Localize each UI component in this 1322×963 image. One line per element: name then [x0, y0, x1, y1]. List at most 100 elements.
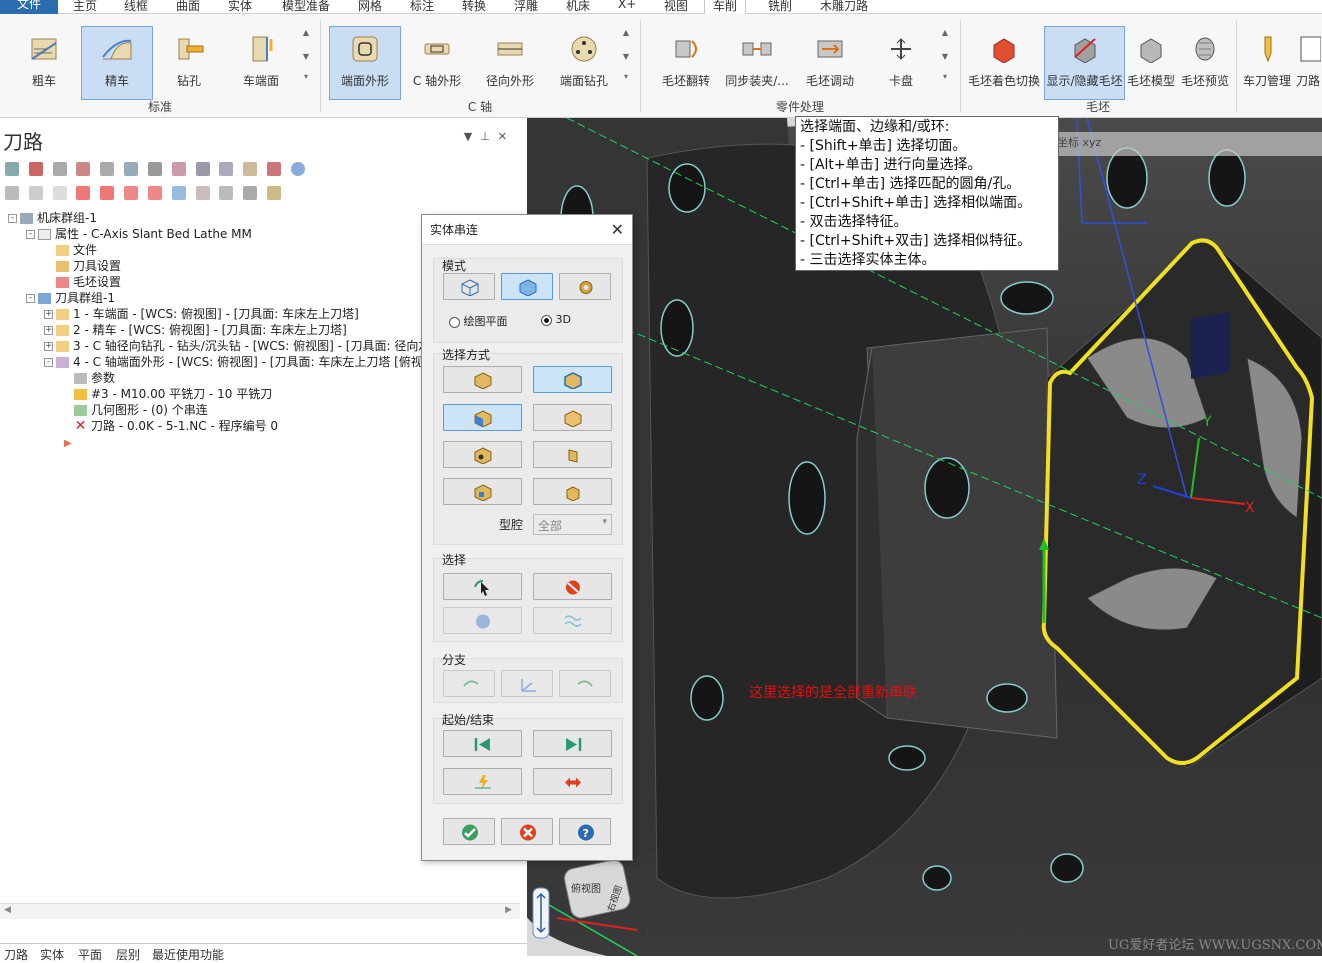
highfeed-icon[interactable]	[267, 162, 282, 176]
menu-view[interactable]: 视图	[664, 0, 688, 14]
reverse-button[interactable]	[533, 768, 612, 795]
scroll-right-icon[interactable]: ▶	[505, 905, 512, 915]
ok-button[interactable]	[443, 818, 495, 845]
expand-icon[interactable]: +	[44, 342, 53, 351]
cube-top-face[interactable]: 俯视图	[571, 882, 601, 895]
menu-surface[interactable]: 曲面	[176, 0, 200, 14]
backplot-icon[interactable]	[147, 162, 162, 176]
ribbon-scroll-down-c[interactable]: ▼	[621, 50, 631, 64]
menu-wireframe[interactable]: 线框	[124, 0, 148, 14]
settings-icon[interactable]	[267, 186, 282, 200]
plane-radio[interactable]: 绘图平面	[449, 313, 508, 329]
simulate-icon[interactable]	[195, 162, 210, 176]
lathe-tool-manager-button[interactable]: 车刀管理	[1240, 26, 1294, 100]
select-tool-icon[interactable]	[52, 162, 67, 176]
radial-contour-button[interactable]: 径向外形	[474, 26, 546, 100]
add-selection-button[interactable]	[443, 607, 522, 634]
gcode-icon[interactable]	[219, 162, 234, 176]
branch-back-button[interactable]	[443, 670, 495, 697]
post-icon[interactable]	[243, 162, 258, 176]
select-pocket-button[interactable]	[443, 478, 522, 505]
menu-transform[interactable]: 转换	[462, 0, 486, 14]
cancel-button[interactable]	[501, 818, 553, 845]
menu-turning[interactable]: 车削	[704, 0, 747, 14]
cavity-select[interactable]: 全部 ▾	[533, 514, 612, 535]
menu-file[interactable]: 文件	[0, 0, 58, 14]
menu-relief[interactable]: 浮雕	[514, 0, 538, 14]
ribbon-expand-p[interactable]: ▾	[940, 70, 950, 84]
scroll-arrow-icon[interactable]	[147, 186, 162, 200]
move-to-end-button[interactable]	[533, 730, 612, 757]
face-contour-button[interactable]: 端面外形	[329, 26, 401, 100]
menu-home[interactable]: 主页	[73, 0, 97, 14]
finish-turn-button[interactable]: 精车	[81, 26, 153, 100]
menu-annotate[interactable]: 标注	[410, 0, 434, 14]
stock-preview-button[interactable]: 毛坯预览	[1178, 26, 1232, 100]
help-button[interactable]: ?	[559, 818, 611, 845]
collapse-icon[interactable]: -	[26, 230, 35, 239]
tab-planes[interactable]: 平面	[78, 946, 102, 963]
ghost-icon[interactable]	[52, 186, 67, 200]
verify-icon[interactable]	[171, 162, 186, 176]
batch-icon[interactable]	[243, 186, 258, 200]
stock-transfer-button[interactable]: 毛坯调动	[796, 26, 864, 100]
wave-select-button[interactable]	[533, 607, 612, 634]
options-icon[interactable]	[219, 186, 234, 200]
group-icon[interactable]	[195, 186, 210, 200]
panel-menu-icon[interactable]: ▼	[464, 130, 480, 143]
tree-hscroll[interactable]: ◀ ▶	[0, 903, 520, 919]
face-turn-button[interactable]: 车端面	[226, 26, 296, 100]
help-icon[interactable]	[290, 162, 305, 176]
select-step-button[interactable]	[533, 478, 612, 505]
stock-flip-button[interactable]: 毛坯翻转	[652, 26, 720, 100]
pin-icon[interactable]: ⊥	[480, 130, 498, 143]
deselect-icon[interactable]	[28, 162, 43, 176]
c-axis-contour-button[interactable]: C 轴外形	[404, 26, 470, 100]
tab-recent[interactable]: 最近使用功能	[152, 946, 224, 963]
ribbon-scroll-up-p[interactable]: ▲	[940, 26, 950, 40]
collapse-icon[interactable]: -	[44, 358, 53, 367]
chuck-button[interactable]: 卡盘	[868, 26, 934, 100]
select-feature-button[interactable]	[533, 441, 612, 468]
dynamic-start-button[interactable]	[443, 768, 522, 795]
menu-woodcarve[interactable]: 木雕刀路	[820, 0, 868, 14]
select-failed-icon[interactable]	[76, 162, 91, 176]
menu-solid[interactable]: 实体	[228, 0, 252, 14]
toolpath-button[interactable]: 刀路	[1294, 26, 1322, 100]
ribbon-scroll-up-c[interactable]: ▲	[621, 26, 631, 40]
tab-toolpaths[interactable]: 刀路	[4, 946, 28, 963]
rough-turn-button[interactable]: 粗车	[10, 26, 78, 100]
select-hole-button[interactable]	[443, 441, 522, 468]
chain-options-button[interactable]	[559, 273, 611, 300]
ribbon-expand-c[interactable]: ▾	[621, 70, 631, 84]
last-selection-button[interactable]	[443, 573, 522, 600]
collapse-icon[interactable]: -	[8, 214, 17, 223]
branch-forward-button[interactable]	[559, 670, 611, 697]
menu-milling[interactable]: 铣削	[768, 0, 792, 14]
ribbon-expand[interactable]: ▾	[301, 70, 311, 84]
menu-model-prep[interactable]: 模型准备	[282, 0, 330, 14]
toggle-stock-button[interactable]: 显示/隐藏毛坯	[1044, 26, 1125, 100]
dialog-close-icon[interactable]: ✕	[611, 215, 624, 245]
select-all-icon[interactable]	[5, 162, 19, 176]
expand-icon[interactable]: +	[44, 326, 53, 335]
move-down-icon[interactable]	[76, 186, 91, 200]
expand-icon[interactable]: +	[44, 310, 53, 319]
select-cursor-icon[interactable]	[171, 186, 186, 200]
menu-mesh[interactable]: 网格	[358, 0, 382, 14]
select-edge-button[interactable]	[443, 366, 522, 393]
lock-icon[interactable]	[5, 186, 19, 200]
move-up-icon[interactable]	[100, 186, 115, 200]
face-drill-button[interactable]: 端面钻孔	[550, 26, 618, 100]
3d-radio[interactable]: 3D	[541, 313, 571, 326]
close-icon[interactable]: ✕	[498, 130, 515, 143]
select-loop-button[interactable]	[533, 366, 612, 393]
tab-solids[interactable]: 实体	[40, 946, 64, 963]
solid-mode-button[interactable]	[501, 273, 553, 300]
tab-levels[interactable]: 层别	[116, 946, 140, 963]
stock-model-button[interactable]: 毛坯模型	[1126, 26, 1176, 100]
insert-arrow-icon[interactable]	[124, 186, 139, 200]
branch-axis-button[interactable]	[501, 670, 553, 697]
regen-dirty-icon[interactable]	[124, 162, 139, 176]
wireframe-mode-button[interactable]	[443, 273, 495, 300]
